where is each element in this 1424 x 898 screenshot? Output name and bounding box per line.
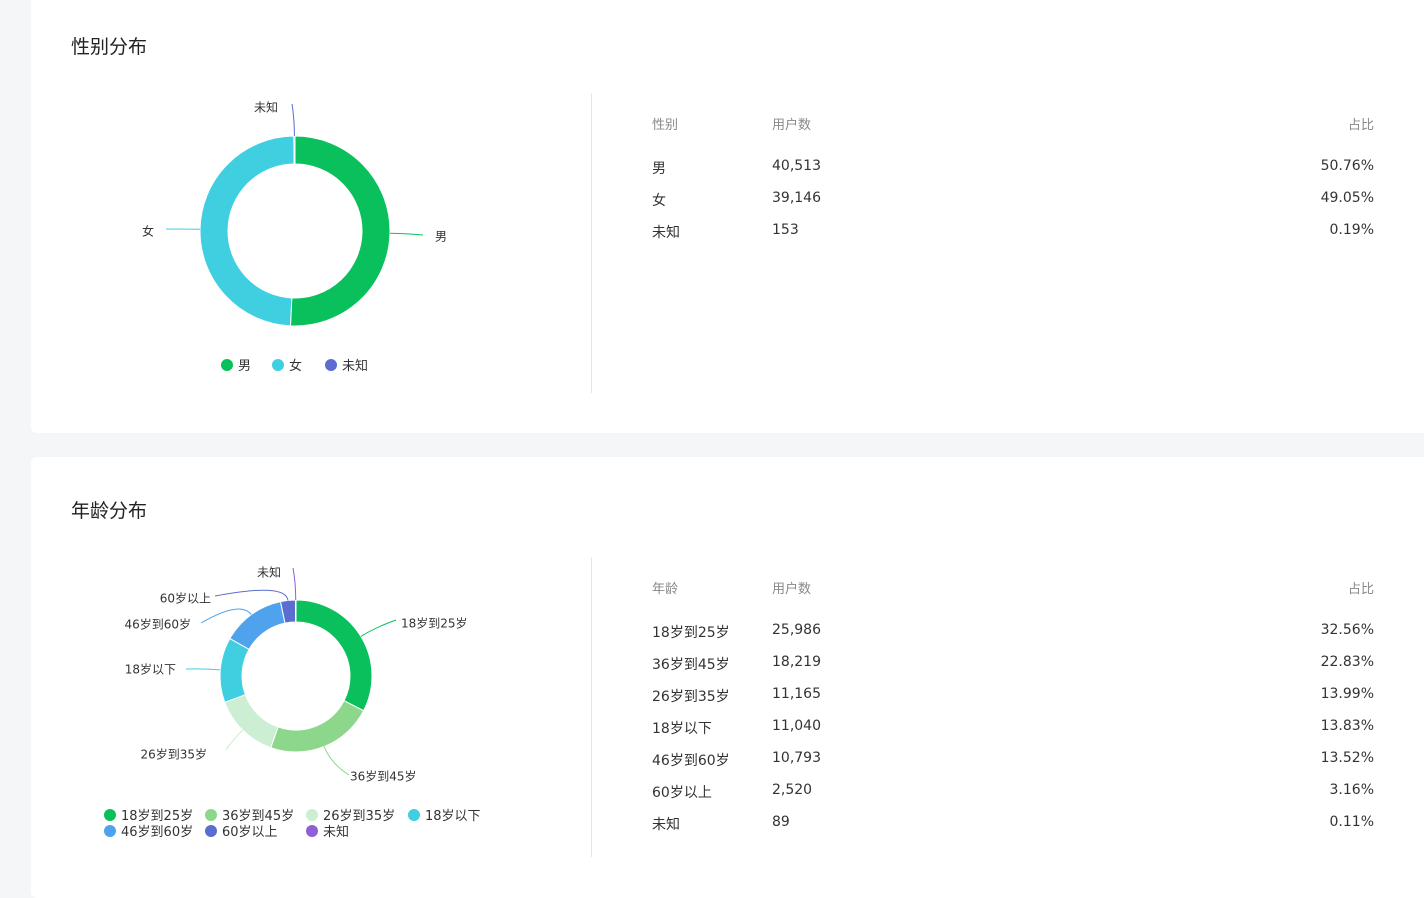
legend-item-over-60[interactable]: 60岁以上 [205, 821, 278, 840]
header-users: 用户数 [772, 582, 812, 597]
row-count: 39,146 [772, 190, 821, 206]
row-count: 153 [772, 222, 799, 238]
legend-dot [408, 808, 420, 821]
header-ratio: 占比 [1347, 118, 1374, 133]
row-label: 46岁到60岁 [652, 753, 730, 769]
divider [591, 93, 592, 393]
row-count: 11,165 [772, 686, 821, 702]
divider [591, 557, 592, 857]
row-label: 60岁以上 [652, 785, 712, 801]
row-count: 40,513 [772, 158, 821, 174]
header-age: 年龄 [652, 582, 679, 597]
table-row: 男 40,513 50.76% [652, 158, 1374, 178]
gender-legend: 男 女 未知 [31, 0, 591, 433]
row-pct: 0.11% [1329, 814, 1374, 830]
header-ratio: 占比 [1347, 582, 1374, 597]
age-table: 年龄 用户数 占比 18岁到25岁 25,986 32.56% 36岁到45岁 … [652, 457, 1374, 898]
age-card: 年龄分布 18岁到25岁 36岁到45岁 26岁到35岁 18岁以下 46岁到60岁 60… [31, 457, 1424, 898]
legend-label: 46岁到60岁 [121, 825, 194, 840]
row-label: 未知 [652, 817, 680, 833]
row-pct: 13.99% [1320, 686, 1374, 702]
legend-label: 女 [289, 359, 303, 374]
legend-dot [205, 808, 217, 821]
table-row: 18岁以下 11,040 13.83% [652, 718, 1374, 738]
legend-dot [306, 824, 318, 837]
legend-label: 男 [238, 359, 252, 374]
row-count: 11,040 [772, 718, 821, 734]
gender-table: 性别 用户数 占比 男 40,513 50.76% 女 39,146 49.05… [652, 0, 1374, 433]
table-row: 60岁以上 2,520 3.16% [652, 782, 1374, 802]
table-row: 未知 89 0.11% [652, 814, 1374, 834]
row-pct: 0.19% [1329, 222, 1374, 238]
row-count: 2,520 [772, 782, 813, 798]
table-row: 未知 153 0.19% [652, 222, 1374, 242]
row-label: 26岁到35岁 [652, 689, 730, 705]
legend-item-46-60[interactable]: 46岁到60岁 [104, 821, 193, 840]
legend-item-unknown[interactable]: 未知 [306, 821, 349, 840]
row-label: 未知 [652, 225, 680, 241]
legend-dot [325, 358, 337, 371]
legend-item-male[interactable]: 男 [221, 355, 251, 374]
row-count: 89 [772, 814, 790, 830]
legend-dot [306, 808, 318, 821]
age-legend: 18岁到25岁 36岁到45岁 26岁到35岁 18岁以下 46岁到60岁 60… [31, 457, 591, 898]
header-gender: 性别 [652, 118, 679, 133]
legend-dot [272, 358, 284, 371]
legend-dot [221, 358, 233, 371]
row-pct: 13.52% [1320, 750, 1374, 766]
row-pct: 13.83% [1320, 718, 1374, 734]
row-pct: 32.56% [1320, 622, 1374, 638]
legend-label: 未知 [323, 825, 350, 840]
row-pct: 3.16% [1329, 782, 1374, 798]
table-row: 46岁到60岁 10,793 13.52% [652, 750, 1374, 770]
row-label: 女 [652, 193, 666, 209]
legend-label: 60岁以上 [222, 825, 278, 840]
table-row: 36岁到45岁 18,219 22.83% [652, 654, 1374, 674]
table-row: 26岁到35岁 11,165 13.99% [652, 686, 1374, 706]
row-label: 36岁到45岁 [652, 657, 730, 673]
table-row: 女 39,146 49.05% [652, 190, 1374, 210]
row-pct: 50.76% [1320, 158, 1374, 174]
row-pct: 22.83% [1320, 654, 1374, 670]
gender-card: 性别分布 男女未知 男 女 未知 性别 用户数 占比 男 40,513 50.7… [31, 0, 1424, 433]
legend-dot [104, 824, 116, 837]
header-users: 用户数 [772, 118, 812, 133]
legend-dot [205, 824, 217, 837]
row-label: 18岁以下 [652, 721, 712, 737]
row-label: 男 [652, 161, 666, 177]
legend-item-unknown[interactable]: 未知 [325, 355, 368, 374]
table-row: 18岁到25岁 25,986 32.56% [652, 622, 1374, 642]
row-count: 10,793 [772, 750, 821, 766]
row-count: 25,986 [772, 622, 821, 638]
row-count: 18,219 [772, 654, 821, 670]
legend-item-female[interactable]: 女 [272, 355, 302, 374]
legend-label: 18岁以下 [425, 809, 481, 824]
legend-label: 未知 [342, 359, 369, 374]
legend-item-under-18[interactable]: 18岁以下 [408, 805, 481, 824]
row-pct: 49.05% [1320, 190, 1374, 206]
legend-dot [104, 808, 116, 821]
row-label: 18岁到25岁 [652, 625, 730, 641]
